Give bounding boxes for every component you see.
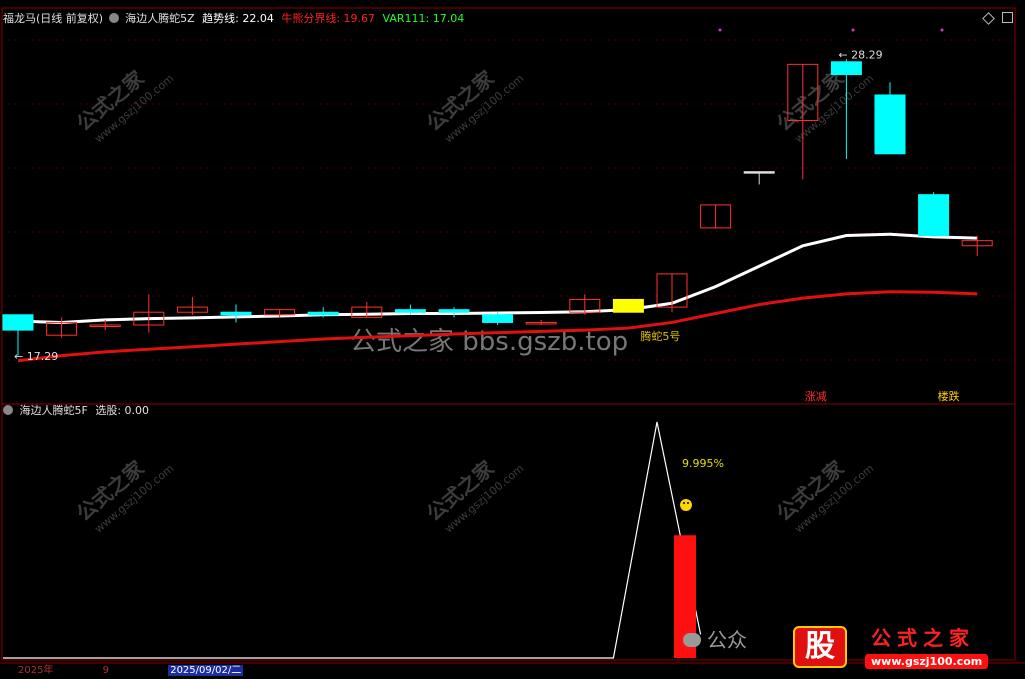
smiley-icon [680,499,692,511]
window-controls [982,12,1014,26]
rise-label: 涨减 [805,390,827,403]
var-value: VAR111: 17.04 [382,12,465,25]
stock-chart[interactable]: 公式之家www.gszj100.com 公式之家www.gszj100.com 公式… [0,0,1025,679]
logo-url: www.gszj100.com [865,654,989,669]
candle-body [438,309,470,313]
symbol-period[interactable]: 福龙马(日线 前复权) [3,12,103,25]
x-axis: 2025年 9 2025/09/02/二 [18,664,244,678]
high-price-label: ← 28.29 [838,49,882,62]
candle-body [482,314,514,323]
indicator-name[interactable]: 海边人腾蛇5Z [125,12,195,25]
percent-label: 9.995% [682,457,724,470]
diamond-icon[interactable] [982,12,995,25]
collapse-icon[interactable] [3,405,13,415]
top-markers [718,28,944,32]
signal-dot [718,28,722,32]
wechat-watermark: 公众 [683,624,747,653]
panel-toggle-icon[interactable] [1002,12,1014,23]
logo-name: 公式之家 [871,626,975,650]
select-value: 选股: 0.00 [95,404,150,417]
trend-value: 趋势线: 22.04 [202,12,274,25]
collapse-icon[interactable] [108,13,119,23]
sub-indicator-line [3,421,702,659]
candle-body [394,309,426,313]
trend-line [17,232,978,324]
site-logo: 股 公式之家 www.gszj100.com [793,622,1013,676]
candle-body [830,61,862,76]
bullbear-value: 牛熊分界线: 19.67 [281,12,376,25]
signal-label: 腾蛇5号 [640,329,680,343]
candle-body [612,298,644,313]
candle-body [2,314,34,331]
smiley-eye-right [687,502,689,504]
chart-header: 福龙马(日线 前复权) 海边人腾蛇5Z 趋势线: 22.04 牛熊分界线: 19… [3,12,464,26]
cursor-date: 2025/09/02/二 [168,665,244,676]
sub-indicator-name[interactable]: 海边人腾蛇5F [20,404,88,417]
month-label: 9 [102,665,110,676]
signal-dot [940,28,944,32]
candle-body [874,94,906,155]
wechat-icon [683,633,701,647]
candle-body [743,171,775,174]
smiley-eye-left [683,502,685,504]
drop-label: 楼跌 [938,389,960,403]
sub-panel: 9.995% [3,421,724,659]
candle-body [220,311,252,316]
candle-body [918,194,950,237]
low-price-label: ← 17.29 [14,350,58,363]
candle-body [307,311,339,316]
sub-header: 海边人腾蛇5F 选股: 0.00 [3,404,149,418]
year-label: 2025年 [18,665,54,676]
signal-dot [851,28,855,32]
logo-badge: 股 [793,626,847,668]
